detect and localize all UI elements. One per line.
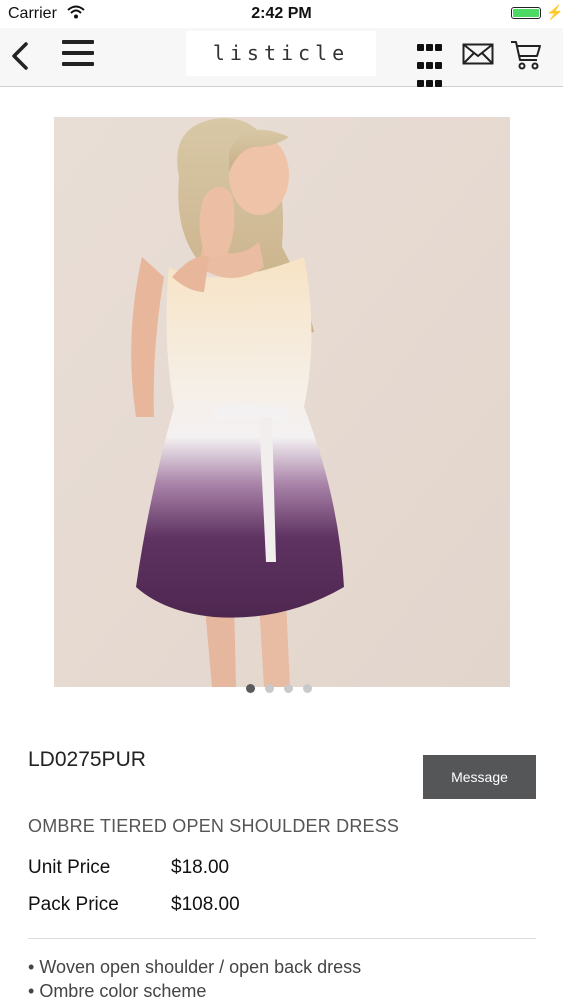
product-image[interactable] xyxy=(54,117,510,687)
pack-price-label: Pack Price xyxy=(28,894,119,915)
feature-item: Woven open shoulder / open back dress xyxy=(28,955,361,979)
product-sku: LD0275PUR xyxy=(28,748,146,771)
menu-icon[interactable] xyxy=(62,40,94,70)
charging-icon: ⚡ xyxy=(546,4,563,20)
navigation-bar: listicle xyxy=(0,28,563,87)
product-name: OMBRE TIERED OPEN SHOULDER DRESS xyxy=(28,816,400,836)
back-icon[interactable] xyxy=(8,38,34,74)
carousel-dot[interactable] xyxy=(246,684,255,693)
message-button[interactable]: Message xyxy=(423,755,536,799)
clock: 2:42 PM xyxy=(251,5,312,22)
unit-price-value: $18.00 xyxy=(171,857,230,878)
grid-icon[interactable] xyxy=(417,40,445,87)
unit-price-label: Unit Price xyxy=(28,857,111,878)
carousel-dot[interactable] xyxy=(303,684,312,693)
divider xyxy=(28,938,536,939)
feature-list: Woven open shoulder / open back dress Om… xyxy=(28,955,361,1003)
status-bar: Carrier 2:42 PM ⚡ xyxy=(0,0,563,28)
feature-item: Ombre color scheme xyxy=(28,979,361,1003)
carousel-pagination[interactable] xyxy=(246,680,326,693)
battery-icon xyxy=(511,7,541,19)
mail-icon[interactable] xyxy=(462,42,494,66)
pack-price-value: $108.00 xyxy=(171,894,240,915)
carousel-dot[interactable] xyxy=(284,684,293,693)
cart-icon[interactable] xyxy=(510,39,542,71)
logo[interactable]: listicle xyxy=(186,31,376,76)
carousel-dot[interactable] xyxy=(265,684,274,693)
